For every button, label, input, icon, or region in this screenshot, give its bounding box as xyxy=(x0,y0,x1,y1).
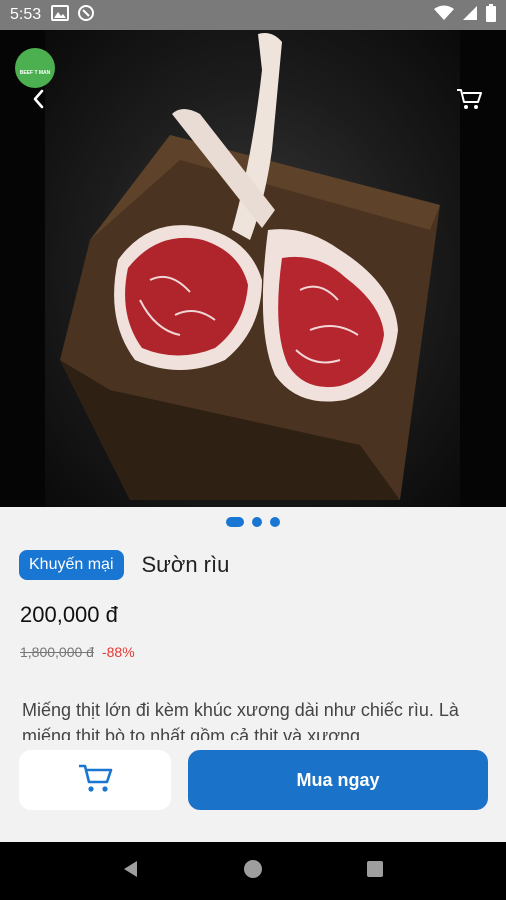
product-name: Sườn rìu xyxy=(141,552,230,577)
old-price-row: 1,800,000 đ -88% xyxy=(20,644,135,660)
product-image-carousel[interactable]: BEEF T MAN xyxy=(0,30,506,507)
product-price: 200,000 đ xyxy=(20,602,118,627)
add-to-cart-button[interactable] xyxy=(19,750,171,810)
brand-logo-text: BEEF T MAN xyxy=(19,70,51,76)
sync-icon xyxy=(77,4,95,27)
carousel-dot-1[interactable] xyxy=(226,517,244,527)
discount-percent: -88% xyxy=(101,644,135,660)
status-time: 5:53 xyxy=(10,6,42,23)
status-bar: 5:53 xyxy=(0,0,506,30)
cart-icon xyxy=(77,762,113,799)
old-price: 1,800,000 đ xyxy=(20,644,94,660)
carousel-dot-2[interactable] xyxy=(252,517,262,527)
recents-nav-icon[interactable] xyxy=(365,859,385,884)
back-button[interactable] xyxy=(24,86,54,116)
battery-icon xyxy=(486,3,496,27)
back-nav-icon[interactable] xyxy=(121,859,141,884)
buy-now-button[interactable]: Mua ngay xyxy=(188,750,488,810)
action-bar: Mua ngay xyxy=(0,740,506,840)
carousel-indicator xyxy=(0,517,506,527)
signal-icon xyxy=(462,5,478,26)
cart-button-top[interactable] xyxy=(452,84,486,118)
home-nav-icon[interactable] xyxy=(243,859,263,884)
wifi-icon xyxy=(434,5,454,26)
system-nav-bar xyxy=(0,842,506,900)
chevron-left-icon xyxy=(30,88,48,115)
brand-logo: BEEF T MAN xyxy=(15,48,55,88)
gallery-icon xyxy=(51,4,70,26)
cart-icon xyxy=(455,87,483,116)
product-image xyxy=(60,33,440,500)
carousel-dot-3[interactable] xyxy=(270,517,280,527)
promo-badge: Khuyến mại xyxy=(19,550,124,580)
product-title-row: Khuyến mại Sườn rìu xyxy=(19,550,229,580)
